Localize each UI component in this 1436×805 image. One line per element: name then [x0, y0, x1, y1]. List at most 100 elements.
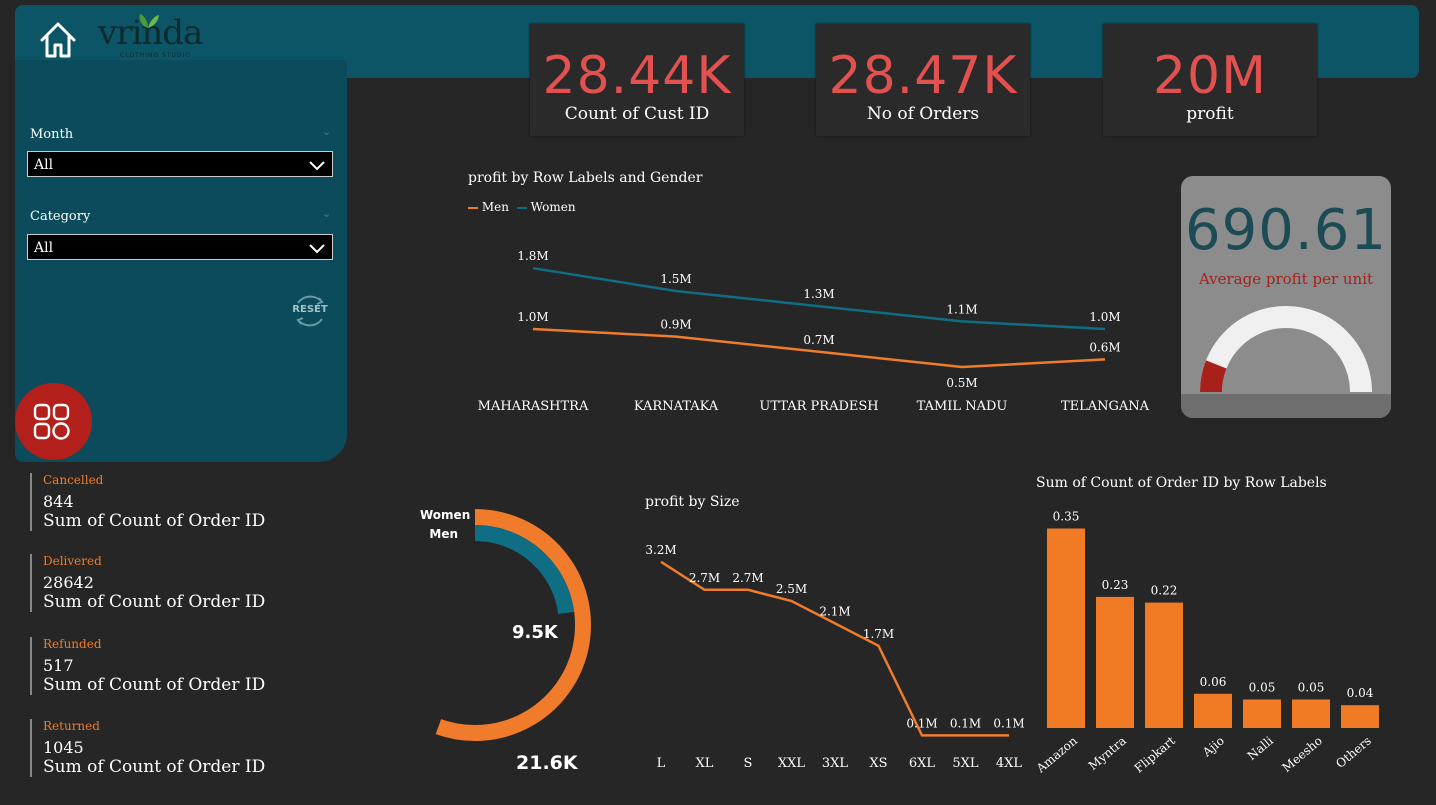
month-dropdown-value: All	[34, 157, 54, 173]
category-filter-label: Category	[30, 209, 91, 224]
status-card-delivered: Delivered 28642 Sum of Count of Order ID	[30, 554, 265, 612]
donut-label-men: 9.5K	[512, 622, 558, 643]
status-desc: Sum of Count of Order ID	[43, 592, 266, 612]
status-title: Refunded	[43, 637, 102, 651]
kpi-label: profit	[1186, 104, 1234, 124]
data-label: 3.2M	[645, 543, 676, 557]
x-tick-label: 5XL	[952, 756, 979, 771]
status-title: Delivered	[43, 554, 102, 568]
kpi-value: 28.44K	[542, 46, 732, 106]
kpi-card-customers: 28.44K Count of Cust ID	[530, 24, 744, 136]
data-label: 2.7M	[732, 571, 763, 585]
status-title: Returned	[43, 719, 100, 733]
kpi-value: 28.47K	[828, 46, 1018, 106]
kpi-card-profit: 20M profit	[1103, 24, 1317, 136]
x-tick-label: L	[657, 756, 666, 771]
status-value: 844	[43, 492, 74, 511]
status-title: Cancelled	[43, 473, 104, 487]
x-tick-label: Amazon	[1033, 733, 1080, 776]
channel-bar-chart: 0.35 Amazon 0.23 Myntra 0.22 Flipkart 0.06 Ajio…	[1033, 510, 1379, 776]
reset-button[interactable]: RESET	[290, 292, 330, 330]
x-tick-label: XXL	[778, 756, 806, 771]
data-label: 0.04	[1347, 686, 1374, 700]
card-base	[1181, 394, 1391, 418]
x-tick-label: XL	[696, 756, 714, 771]
data-label: 1.3M	[803, 287, 834, 301]
brand-logo: vrinda CLOTHING STUDIO	[98, 14, 203, 59]
gauge-fill	[1200, 360, 1227, 393]
avg-profit-value: 690.61	[1185, 198, 1387, 263]
data-label: 2.5M	[776, 582, 807, 596]
data-label: 0.9M	[660, 318, 691, 332]
apps-button[interactable]	[15, 383, 92, 460]
x-tick-label: Ajio	[1199, 734, 1227, 760]
leaf-icon	[139, 14, 159, 28]
data-label: 1.5M	[660, 272, 691, 286]
chevron-down-icon[interactable]: ⌄	[322, 125, 331, 138]
month-dropdown[interactable]: All	[27, 151, 333, 177]
data-label: 0.05	[1249, 681, 1276, 695]
avg-profit-gauge	[1200, 306, 1372, 393]
data-label: 1.1M	[946, 302, 977, 316]
data-label: 0.06	[1200, 675, 1227, 689]
status-card-returned: Returned 1045 Sum of Count of Order ID	[30, 719, 265, 777]
data-label: 2.1M	[819, 604, 850, 618]
size-chart-title: profit by Size	[645, 494, 740, 510]
x-tick-label: UTTAR PRADESH	[759, 399, 878, 414]
chevron-down-icon[interactable]: ⌄	[322, 207, 331, 220]
status-value: 28642	[43, 573, 94, 592]
donut-slice-women	[435, 509, 591, 741]
data-label: 0.1M	[993, 716, 1024, 730]
status-card-refunded: Refunded 517 Sum of Count of Order ID	[30, 637, 265, 695]
kpi-label: No of Orders	[866, 104, 980, 124]
data-label: 0.1M	[950, 716, 981, 730]
x-tick-label: TAMIL NADU	[917, 399, 1008, 414]
month-filter-label: Month	[30, 127, 74, 142]
grid-icon	[33, 403, 70, 440]
x-tick-label: 4XL	[996, 756, 1023, 771]
category-dropdown[interactable]: All	[27, 234, 333, 260]
x-tick-label: 6XL	[909, 756, 936, 771]
donut-label-women: 21.6K	[516, 752, 578, 774]
bar	[1047, 528, 1085, 728]
status-desc: Sum of Count of Order ID	[43, 511, 266, 531]
x-tick-label: Nalli	[1245, 733, 1276, 763]
kpi-card-orders: 28.47K No of Orders	[816, 24, 1030, 136]
legend-label-men: Men	[481, 200, 509, 214]
data-label: 0.6M	[1089, 340, 1120, 354]
data-label: 0.23	[1102, 578, 1129, 592]
x-tick-label: XS	[869, 756, 887, 771]
avg-profit-label: Average profit per unit	[1198, 270, 1374, 288]
status-value: 1045	[43, 738, 84, 757]
chevron-down-icon	[309, 161, 325, 171]
legend-swatch-men	[468, 206, 478, 209]
legend-label-women: Women	[530, 200, 576, 214]
category-dropdown-value: All	[34, 240, 54, 256]
data-label: 1.0M	[517, 310, 548, 324]
bar	[1341, 705, 1379, 728]
bar	[1194, 693, 1232, 728]
home-icon[interactable]	[38, 20, 78, 60]
status-value: 517	[43, 656, 74, 675]
gender-donut-chart	[435, 509, 591, 741]
data-label: 0.7M	[803, 333, 834, 347]
kpi-value: 20M	[1152, 46, 1268, 106]
bar	[1243, 699, 1281, 728]
data-label: 1.7M	[863, 627, 894, 641]
state-chart-legend: Men Women	[468, 200, 576, 214]
data-label: 0.05	[1298, 681, 1325, 695]
data-label: 0.5M	[946, 376, 977, 390]
brand-tagline: CLOTHING STUDIO	[120, 52, 192, 59]
data-label: 2.7M	[689, 571, 720, 585]
x-tick-label: TELANGANA	[1061, 399, 1150, 414]
x-tick-label: Myntra	[1086, 734, 1129, 773]
legend-swatch-women	[516, 206, 527, 209]
data-label: 1.8M	[517, 249, 548, 263]
status-desc: Sum of Count of Order ID	[43, 757, 266, 777]
donut-legend-men: Men	[429, 527, 458, 541]
x-tick-label: MAHARASHTRA	[478, 399, 589, 414]
x-tick-label: Meesho	[1279, 734, 1324, 775]
data-label: 0.1M	[906, 716, 937, 730]
x-tick-label: Others	[1333, 734, 1374, 771]
bar	[1145, 602, 1183, 728]
